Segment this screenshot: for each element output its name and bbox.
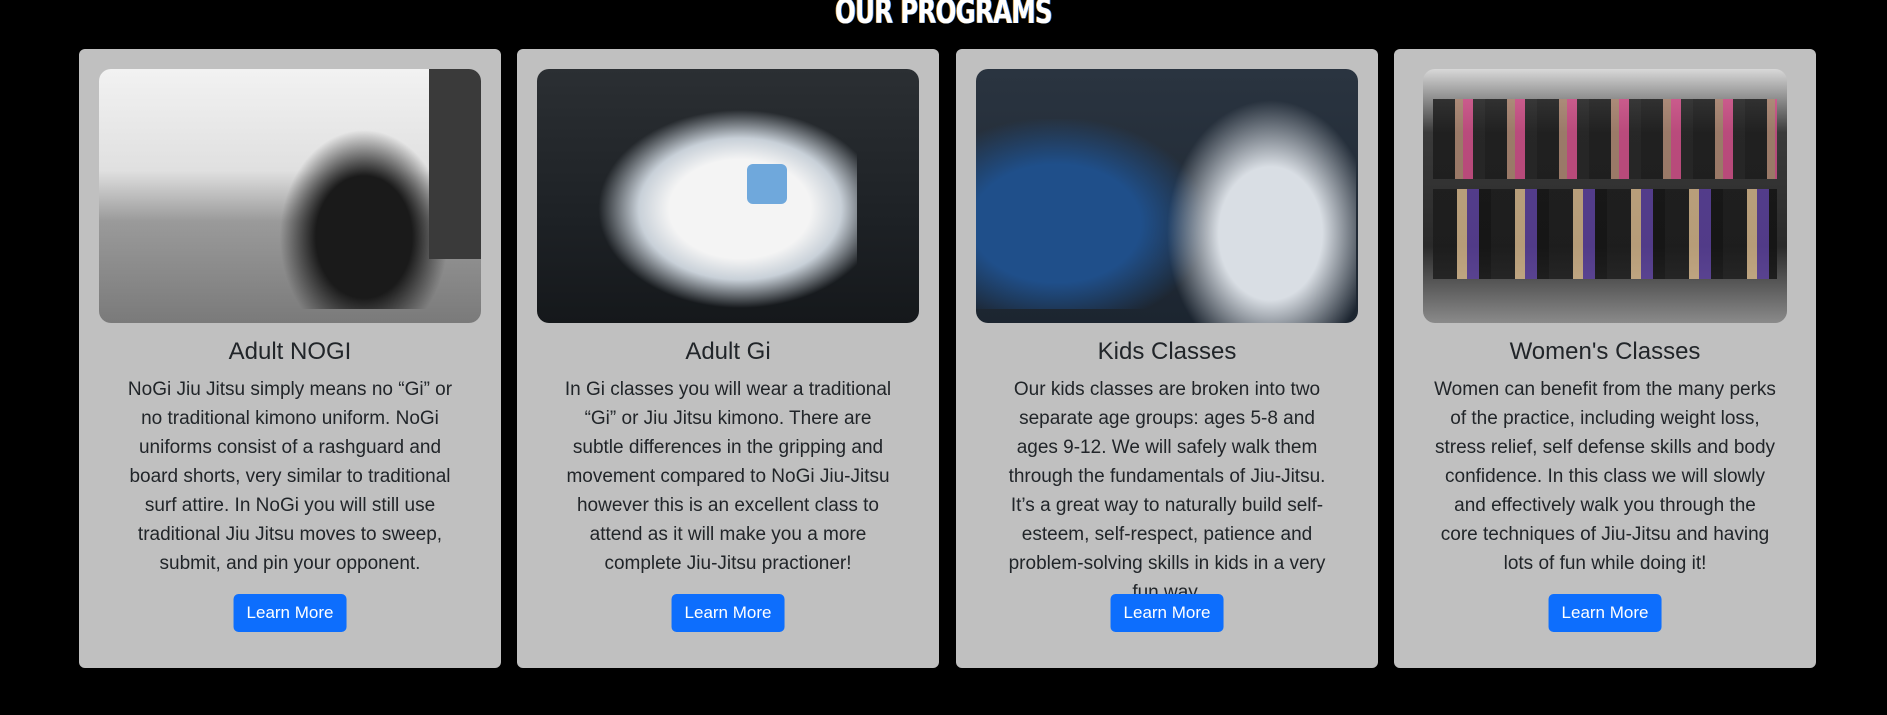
program-title: Adult Gi (685, 338, 771, 365)
program-description: In Gi classes you will wear a traditiona… (564, 379, 892, 574)
program-description: Women can benefit from the many perks of… (1434, 379, 1776, 574)
program-image-adult-gi (537, 69, 919, 323)
program-title: Kids Classes (1097, 338, 1237, 365)
program-card-adult-nogi: Adult NOGI NoGi Jiu Jitsu simply means n… (79, 49, 501, 668)
program-title: Women's Classes (1509, 338, 1701, 365)
program-title: Adult NOGI (228, 338, 352, 365)
learn-more-button[interactable]: Learn More (671, 594, 785, 632)
program-card-kids-classes: Kids Classes Our kids classes are broken… (956, 49, 1378, 668)
program-card-adult-gi: Adult Gi In Gi classes you will wear a t… (517, 49, 939, 668)
section-title: OUR PROGRAMS (835, 0, 1053, 32)
program-image-womens-classes (1423, 69, 1787, 323)
program-image-kids-classes (976, 69, 1358, 323)
learn-more-button[interactable]: Learn More (1548, 594, 1662, 632)
learn-more-button[interactable]: Learn More (233, 594, 347, 632)
program-description: NoGi Jiu Jitsu simply means no “Gi” or n… (127, 379, 453, 574)
learn-more-button[interactable]: Learn More (1110, 594, 1224, 632)
program-card-womens-classes: Women's Classes Women can benefit from t… (1394, 49, 1816, 668)
program-description: Our kids classes are broken into two sep… (1008, 379, 1326, 603)
program-image-adult-nogi (99, 69, 481, 323)
